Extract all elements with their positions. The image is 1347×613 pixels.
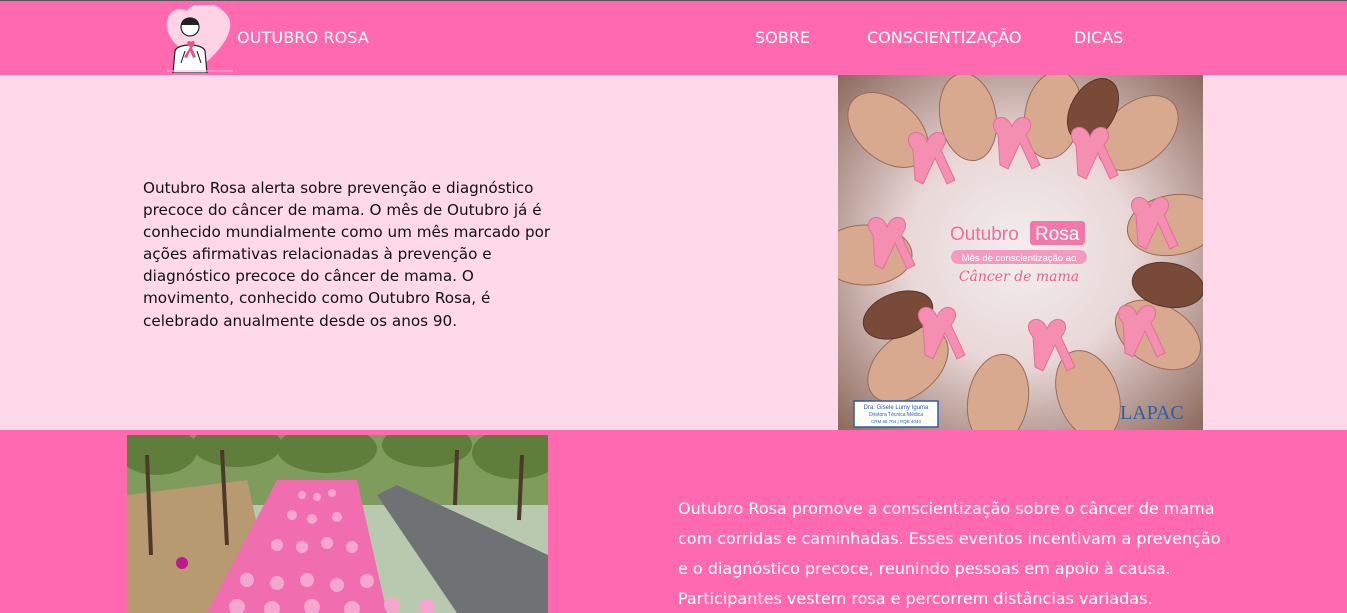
logo-icon[interactable] (163, 5, 235, 73)
image-title-outubro: Outubro (950, 224, 1019, 245)
image-title-rosa: Rosa (1035, 224, 1080, 245)
events-text: Outubro Rosa promove a conscientização s… (678, 499, 1221, 608)
walk-crowd-image (127, 435, 548, 613)
nav-link-dicas[interactable]: DICAS (1074, 28, 1123, 47)
image-subtitle: Mês de conscientização ao (962, 253, 1077, 264)
badge-line-3: CRM 65.704 | RQE 4040 (871, 419, 921, 424)
lab-logo: LAPAC (1120, 402, 1184, 424)
hands-ribbons-image: Outubro Rosa Mês de conscientização ao C… (838, 75, 1203, 430)
image-script-text: Câncer de mama (959, 269, 1079, 285)
site-brand[interactable]: OUTUBRO ROSA (237, 28, 369, 47)
nav-link-conscientizacao[interactable]: CONSCIENTIZAÇÃO (867, 28, 1021, 47)
about-text: Outubro Rosa alerta sobre prevenção e di… (143, 179, 551, 330)
badge-line-2: Diretora Técnica Médica (869, 412, 923, 418)
about-section: Outubro Rosa alerta sobre prevenção e di… (0, 75, 1347, 430)
nav-link-sobre[interactable]: SOBRE (755, 28, 810, 47)
site-header: OUTUBRO ROSA SOBRE CONSCIENTIZAÇÃO DICAS (0, 1, 1347, 75)
badge-line-1: Dra. Gisele Lumy Iguma (864, 405, 929, 411)
events-section: Outubro Rosa promove a conscientização s… (0, 430, 1347, 613)
